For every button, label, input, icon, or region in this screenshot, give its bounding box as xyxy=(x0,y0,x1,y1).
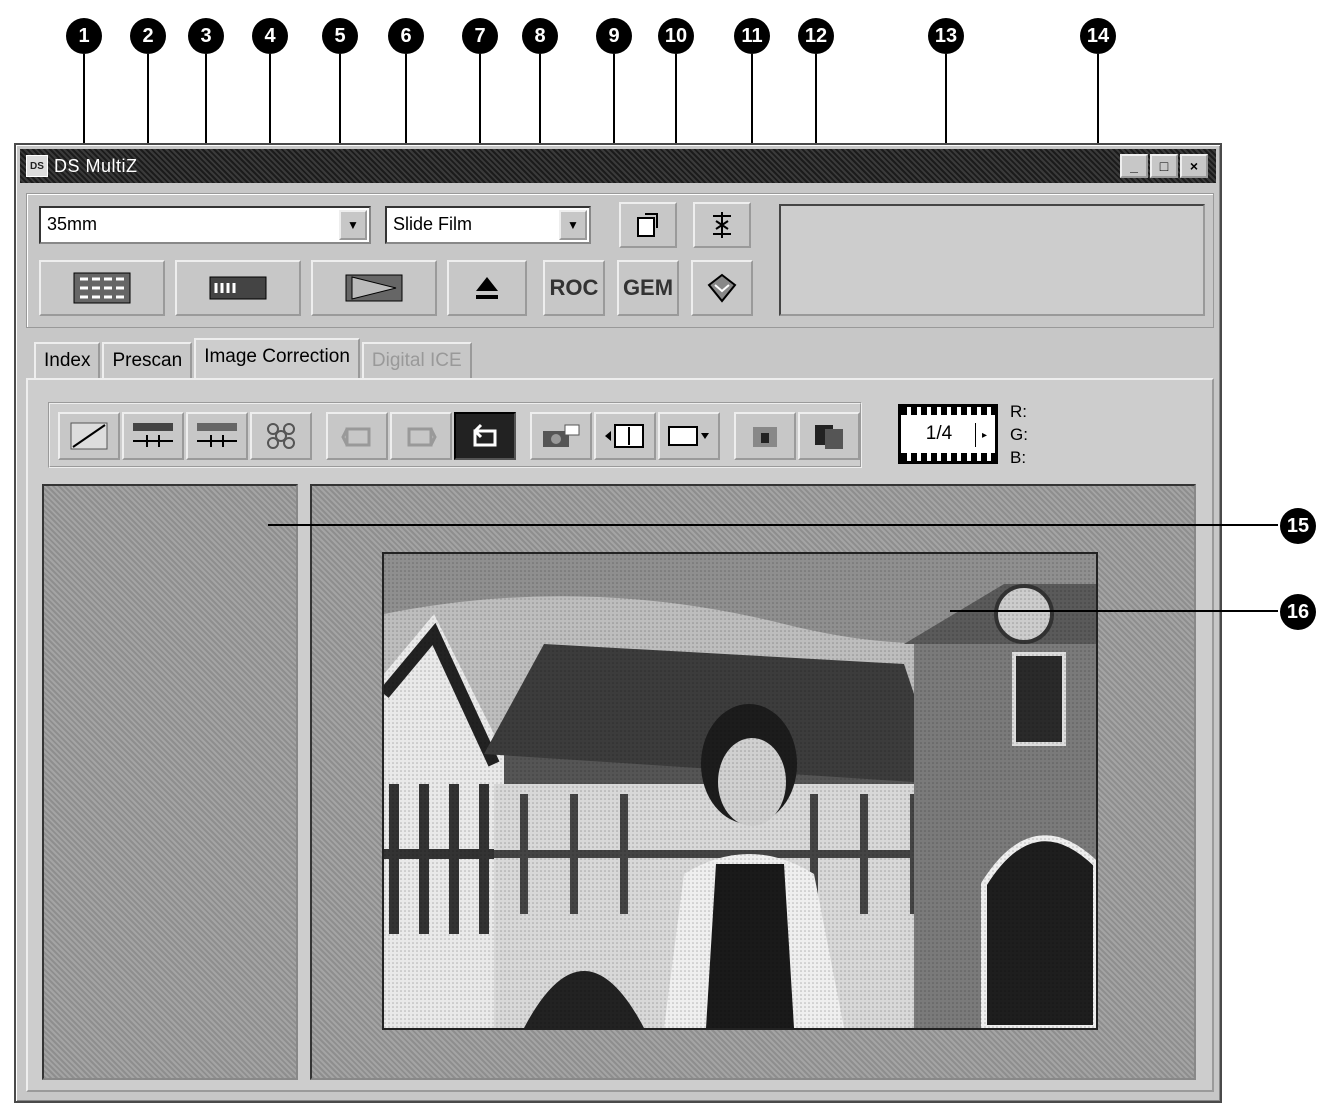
callout-2: 2 xyxy=(130,18,166,54)
preferences-icon xyxy=(637,213,658,237)
next-frame-button[interactable]: ▸ xyxy=(975,423,993,447)
variations-icon xyxy=(267,423,295,449)
blue-readout: B: xyxy=(1010,448,1027,467)
app-icon: DS xyxy=(26,155,48,177)
tool-compare[interactable] xyxy=(594,412,656,460)
callout-9: 9 xyxy=(596,18,632,54)
focus-button[interactable] xyxy=(693,202,751,248)
main-toolbar: 35mm ▼ Slide Film ▼ ROC GEM xyxy=(26,193,1214,328)
index-scan-button[interactable] xyxy=(39,260,165,316)
frame-number: 1/4 xyxy=(925,423,953,444)
rgb-readout: R: G: B: xyxy=(1010,400,1028,469)
index-scan-icon xyxy=(73,272,131,304)
redo-icon xyxy=(407,427,437,447)
tool-redo[interactable] xyxy=(390,412,452,460)
callout-1: 1 xyxy=(66,18,102,54)
tool-brightness-contrast[interactable] xyxy=(122,412,184,460)
close-button[interactable]: × xyxy=(1180,154,1208,178)
roc-label: ROC xyxy=(549,275,599,300)
prescan-button[interactable] xyxy=(175,260,301,316)
brightness-contrast-icon xyxy=(133,423,173,447)
help-button[interactable] xyxy=(691,260,753,316)
tab-bar: Index Prescan Image Correction Digital I… xyxy=(34,338,474,378)
scan-button[interactable] xyxy=(311,260,437,316)
chevron-down-icon[interactable]: ▼ xyxy=(559,210,587,240)
tool-snapshot[interactable] xyxy=(530,412,592,460)
callout-line-16 xyxy=(950,610,1278,612)
green-readout: G: xyxy=(1010,425,1028,444)
title-bar[interactable]: DS DS MultiZ _ □ × xyxy=(20,149,1216,183)
book-icon xyxy=(707,273,737,303)
callout-3: 3 xyxy=(188,18,224,54)
tool-color-balance[interactable] xyxy=(186,412,248,460)
red-readout: R: xyxy=(1010,402,1027,421)
window-controls: _ □ × xyxy=(1120,154,1208,178)
tool-curves[interactable] xyxy=(58,412,120,460)
scan-icon xyxy=(345,274,403,302)
callout-10: 10 xyxy=(658,18,694,54)
undo-icon xyxy=(341,427,371,447)
window-title: DS MultiZ xyxy=(54,155,138,176)
focus-icon xyxy=(713,212,731,238)
callout-15: 15 xyxy=(1280,508,1316,544)
image-correction-panel: 1/4 ▸ R: G: B: xyxy=(26,378,1214,1092)
split-view-icon xyxy=(815,425,843,449)
correction-tools xyxy=(48,402,862,468)
gem-label: GEM xyxy=(622,275,674,300)
color-balance-icon xyxy=(197,423,237,447)
maximize-button[interactable]: □ xyxy=(1150,154,1178,178)
prescan-icon xyxy=(209,276,267,300)
callout-6: 6 xyxy=(388,18,424,54)
callout-16: 16 xyxy=(1280,594,1316,630)
callout-5: 5 xyxy=(322,18,358,54)
chevron-down-icon[interactable]: ▼ xyxy=(339,210,367,240)
callout-line-15 xyxy=(268,524,1278,526)
tool-reset[interactable] xyxy=(454,412,516,460)
callout-7: 7 xyxy=(462,18,498,54)
tool-undo[interactable] xyxy=(326,412,388,460)
tool-variations[interactable] xyxy=(250,412,312,460)
roc-button[interactable]: ROC xyxy=(543,260,605,316)
callout-13: 13 xyxy=(928,18,964,54)
app-window: DS DS MultiZ _ □ × 35mm ▼ Slide Film ▼ R… xyxy=(14,143,1222,1103)
tab-image-correction[interactable]: Image Correction xyxy=(194,338,360,378)
preview-pane[interactable] xyxy=(310,484,1196,1080)
clip-icon xyxy=(753,427,777,447)
gem-button[interactable]: GEM xyxy=(617,260,679,316)
tab-index[interactable]: Index xyxy=(34,342,101,378)
eject-button[interactable] xyxy=(447,260,527,316)
callout-14: 14 xyxy=(1080,18,1116,54)
thumbnail-pane[interactable] xyxy=(42,484,298,1080)
preferences-button[interactable] xyxy=(619,202,677,248)
tab-prescan[interactable]: Prescan xyxy=(102,342,193,378)
minimize-button[interactable]: _ xyxy=(1120,154,1148,178)
callout-8: 8 xyxy=(522,18,558,54)
tab-digital-ice[interactable]: Digital ICE xyxy=(361,342,472,378)
compare-icon xyxy=(605,424,644,448)
info-panel xyxy=(779,204,1205,316)
callout-12: 12 xyxy=(798,18,834,54)
display-mode-icon xyxy=(668,426,709,446)
preview-image[interactable] xyxy=(382,552,1098,1030)
reset-icon xyxy=(473,423,497,447)
film-type-value: Slide Film xyxy=(393,214,473,234)
callout-4: 4 xyxy=(252,18,288,54)
frame-counter: 1/4 ▸ xyxy=(898,404,998,464)
callout-11: 11 xyxy=(734,18,770,54)
eject-icon xyxy=(476,277,498,299)
curves-icon xyxy=(70,422,108,450)
film-format-select[interactable]: 35mm ▼ xyxy=(39,206,371,244)
film-type-select[interactable]: Slide Film ▼ xyxy=(385,206,591,244)
film-format-value: 35mm xyxy=(47,214,98,234)
snapshot-icon xyxy=(543,424,580,447)
preview-photo xyxy=(384,554,1096,1028)
tool-clip[interactable] xyxy=(734,412,796,460)
tool-split-view[interactable] xyxy=(798,412,860,460)
tool-display-mode[interactable] xyxy=(658,412,720,460)
